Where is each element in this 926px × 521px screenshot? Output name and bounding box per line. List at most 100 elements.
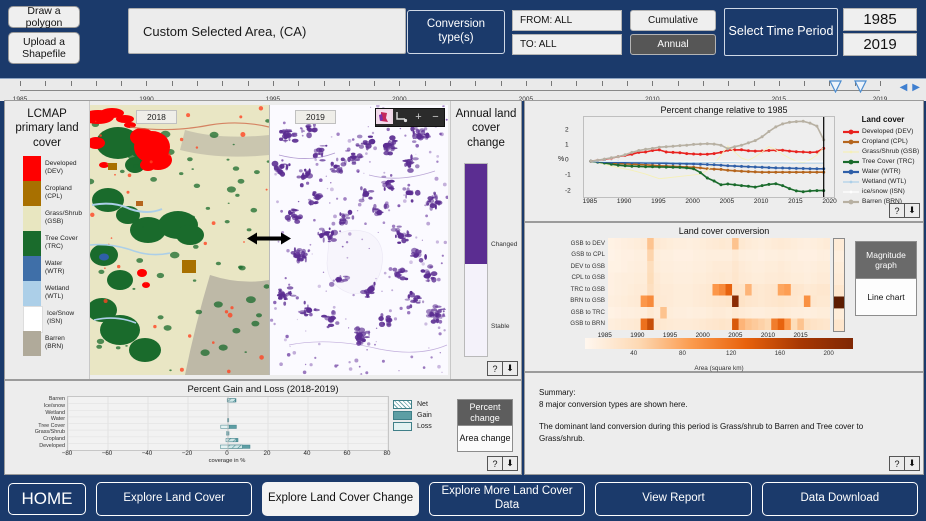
legend-marker xyxy=(843,127,859,135)
gain-loss-x-tick: −80 xyxy=(61,450,73,457)
select-time-period-button[interactable]: Select Time Period xyxy=(724,8,838,56)
download-icon[interactable]: ⬇ xyxy=(503,456,518,471)
heatmap-colorbar: 40 80 120 160 200 xyxy=(585,338,853,357)
zoom-out-icon[interactable]: − xyxy=(427,109,444,124)
help-icon[interactable]: ? xyxy=(487,361,503,376)
download-icon[interactable]: ⬇ xyxy=(905,456,920,471)
gain-loss-legend-label: Gain xyxy=(417,412,432,419)
gain-loss-legend-row: Loss xyxy=(393,421,455,432)
to-field[interactable]: TO: ALL xyxy=(512,34,622,55)
legend-item-label: Cropland (CPL) xyxy=(45,185,72,201)
legend-label: Cropland (CPL) xyxy=(862,137,908,145)
legend-marker xyxy=(843,147,859,155)
timeline-handle-end[interactable] xyxy=(854,80,867,93)
nav-button-explore-land-cover[interactable]: Explore Land Cover xyxy=(96,482,253,516)
timeline-tick xyxy=(95,81,97,86)
x-tick-label: 1985 xyxy=(582,198,598,205)
from-field[interactable]: FROM: ALL xyxy=(512,10,622,31)
area-change-button[interactable]: Area change xyxy=(457,426,513,452)
timeline-track[interactable]: 19851990199520002005201020152019 xyxy=(13,81,887,103)
x-tick-label: 1995 xyxy=(651,198,666,205)
gain-loss-legend-label: Net xyxy=(417,401,428,408)
stable-label: Stable xyxy=(491,323,510,330)
stable-swatch xyxy=(465,263,487,356)
download-icon[interactable]: ⬇ xyxy=(905,203,920,218)
prev-arrow-icon[interactable]: ◀ xyxy=(900,83,908,93)
gain-loss-help-buttons: ? ⬇ xyxy=(487,456,518,471)
gain-loss-x-tick: −60 xyxy=(101,450,113,457)
map-swipe-view[interactable]: 2018 2019 + − xyxy=(90,105,448,375)
timeline-tick xyxy=(399,81,401,86)
x-tick-label: 2010 xyxy=(753,198,769,205)
colorbar-tick-label: 200 xyxy=(823,350,834,357)
change-legend-title: Annual land cover change xyxy=(455,108,517,149)
summary-text: Summary: 8 major conversion types are sh… xyxy=(525,373,923,446)
cumulative-annual-toggle: Cumulative Annual xyxy=(630,10,716,55)
help-icon[interactable]: ? xyxy=(487,456,503,471)
timeline-handle-start[interactable] xyxy=(828,80,842,93)
legend-marker xyxy=(843,157,859,165)
draw-polygon-button[interactable]: Draw a polygon xyxy=(8,5,80,29)
download-icon[interactable]: ⬇ xyxy=(503,361,518,376)
timeline-step-arrows: ◀ ▶ xyxy=(900,83,920,93)
annual-button[interactable]: Annual xyxy=(630,34,716,55)
map-left-2018[interactable] xyxy=(90,105,269,375)
line-chart-button[interactable]: Line chart xyxy=(855,279,917,316)
nav-button-view-report[interactable]: View Report xyxy=(595,482,752,516)
zoom-in-icon[interactable]: + xyxy=(410,109,427,124)
gain-loss-x-tick: 40 xyxy=(303,450,311,457)
swipe-icon[interactable] xyxy=(393,109,410,124)
legend-row: Tree Cover (TRC) xyxy=(843,156,923,166)
thumbnail-icon[interactable] xyxy=(376,109,393,124)
nav-button-data-download[interactable]: Data Download xyxy=(761,482,919,516)
x-tick-label: 2020 xyxy=(822,198,837,205)
legend-title: LCMAP primary land cover xyxy=(15,108,79,149)
timeline-tick xyxy=(222,81,224,86)
percent-change-panel: Percent change relative to 1985 % -2 -1 0 1… xyxy=(524,100,924,222)
nav-button-explore-more-land-cover-data[interactable]: Explore More Land Cover Data xyxy=(428,482,586,516)
gain-loss-xlabel: coverage in % xyxy=(208,458,246,464)
timeline-tick xyxy=(197,81,199,86)
line-chart-help-buttons: ? ⬇ xyxy=(889,203,920,218)
timeline-slider[interactable]: 19851990199520002005201020152019 ◀ ▶ xyxy=(0,78,926,103)
next-arrow-icon[interactable]: ▶ xyxy=(912,83,920,93)
home-button[interactable]: HOME xyxy=(8,483,86,515)
legend-swatch xyxy=(23,256,41,282)
summary-panel: Area (square km) Summary: 8 major conver… xyxy=(524,365,924,475)
timeline-tick xyxy=(424,81,426,86)
timeline-tick xyxy=(500,81,502,86)
gain-loss-legend: Net Gain Loss xyxy=(393,399,455,432)
magnitude-graph-button[interactable]: Magnitude graph xyxy=(855,241,917,279)
change-colorbar xyxy=(464,163,488,357)
x-tick-label: 2015 xyxy=(788,198,803,205)
upload-shapefile-button[interactable]: Upload a Shapefile xyxy=(8,32,80,64)
heatmap-row-label: GSB to CPL xyxy=(571,251,605,259)
legend-rows: Developed (DEV) Cropland (CPL) Grass/Shrub… xyxy=(843,126,923,206)
year-end-field[interactable]: 2019 xyxy=(843,33,917,56)
legend-swatch xyxy=(23,306,43,334)
legend-row: Grass/Shrub (GSB) xyxy=(843,146,923,156)
changed-swatch xyxy=(465,164,487,264)
summary-heading: Summary: xyxy=(539,388,576,397)
cumulative-button[interactable]: Cumulative xyxy=(630,10,716,31)
timeline-tick xyxy=(121,81,123,86)
timeline-tick xyxy=(601,81,603,86)
colorbar-axis-label: Area (square km) xyxy=(694,365,744,372)
timeline-tick xyxy=(778,81,780,86)
nav-button-explore-land-cover-change[interactable]: Explore Land Cover Change xyxy=(262,482,419,516)
gain-loss-x-tick: 60 xyxy=(343,450,351,457)
map-right-2019[interactable] xyxy=(269,105,448,375)
gain-loss-row-label: Water xyxy=(50,416,65,423)
conversion-types-button[interactable]: Conversion type(s) xyxy=(407,10,505,54)
gain-loss-legend-row: Gain xyxy=(393,410,455,421)
year-start-field[interactable]: 1985 xyxy=(843,8,917,31)
legend-label: Developed (DEV) xyxy=(862,127,914,135)
selected-area-field[interactable]: Custom Selected Area, (CA) xyxy=(128,8,406,54)
timeline-tick xyxy=(652,81,654,86)
help-icon[interactable]: ? xyxy=(889,203,905,218)
swipe-handle-icon[interactable] xyxy=(247,232,291,249)
timeline-tick xyxy=(323,81,325,86)
help-icon[interactable]: ? xyxy=(889,456,905,471)
gain-loss-legend-swatch xyxy=(393,422,412,431)
percent-change-button[interactable]: Percent change xyxy=(457,399,513,426)
